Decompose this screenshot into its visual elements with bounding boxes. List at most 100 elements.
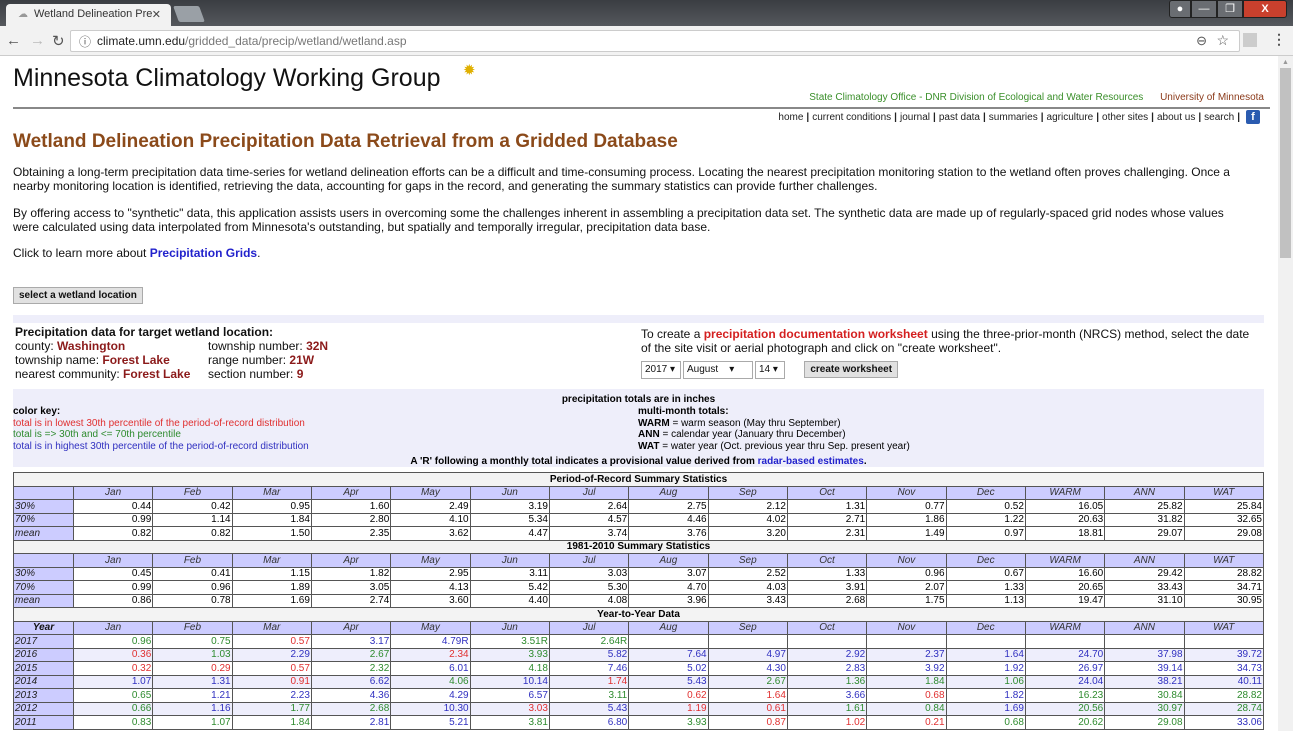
reload-icon[interactable]: ↻ [52, 32, 65, 50]
year-select[interactable]: 2017 ▾ [641, 361, 681, 379]
extension-icon[interactable] [1243, 33, 1257, 47]
create-worksheet-button[interactable]: create worksheet [804, 361, 899, 378]
nav-agriculture[interactable]: agriculture [1047, 112, 1094, 123]
cell-sep: 3.43 [707, 593, 788, 608]
cell-wat: 39.72 [1183, 647, 1265, 662]
radar-note: A 'R' following a monthly total indicate… [410, 456, 867, 467]
nav-summaries[interactable]: summaries [989, 112, 1038, 123]
cell-apr: 2.81 [310, 715, 392, 730]
precipitation-grids-link[interactable]: Precipitation Grids [150, 246, 257, 260]
nav-about-us[interactable]: about us [1157, 112, 1195, 123]
scrollbar-thumb[interactable] [1280, 68, 1291, 258]
column-header-jul: Jul [548, 485, 630, 500]
cell-jul: 5.30 [548, 580, 630, 595]
column-header-row: Year Jan Feb Mar Apr May Jun Jul Aug Sep Oct Nov Dec… [13, 620, 1265, 635]
color-key-panel: precipitation totals are in inches color… [13, 389, 1264, 467]
zoom-out-icon[interactable]: ⊖ [1196, 33, 1207, 49]
cell-jul: 2.64 [548, 499, 630, 514]
row-label-header: Year [13, 620, 74, 635]
cell-sep: 2.52 [707, 566, 788, 581]
minimize-button[interactable]: — [1191, 0, 1217, 18]
cell-apr: 2.32 [310, 661, 392, 676]
radar-estimates-link[interactable]: radar-based estimates [758, 456, 864, 467]
cell-mar: 0.57 [231, 661, 312, 676]
column-header-oct: Oct [786, 553, 868, 568]
nav-home[interactable]: home [778, 112, 803, 123]
cell-warm: 24.04 [1024, 674, 1106, 689]
cell-may: 4.29 [390, 688, 471, 703]
dnr-link[interactable]: State Climatology Office - DNR Division … [809, 92, 1143, 103]
cell-ann: 29.42 [1104, 566, 1185, 581]
column-header-apr: Apr [310, 553, 392, 568]
column-header-nov: Nov [866, 553, 947, 568]
browser-tab[interactable]: ☁ Wetland Delineation Pre ✕ [6, 4, 171, 26]
cell-apr: 2.74 [310, 593, 392, 608]
table-row: 2014 1.07 1.31 0.91 6.62 4.06 10.14 1.74 5.43 2.6… [13, 674, 1265, 689]
umn-link[interactable]: University of Minnesota [1160, 92, 1264, 103]
tab-title: Wetland Delineation Pre [34, 8, 153, 20]
cell-jan: 0.86 [72, 593, 154, 608]
cell-sep: 2.67 [707, 674, 788, 689]
wat-desc: = water year (Oct. previous year thru Se… [659, 440, 910, 452]
nav-past-data[interactable]: past data [939, 112, 980, 123]
nav-search[interactable]: search [1204, 112, 1234, 123]
cell-apr: 2.35 [310, 526, 392, 541]
bookmark-star-icon[interactable]: ☆ [1216, 32, 1229, 49]
cell-aug: 2.75 [628, 499, 709, 514]
nav-other-sites[interactable]: other sites [1102, 112, 1148, 123]
cell-sep: 1.64 [707, 688, 788, 703]
cell-may: 4.79R [390, 634, 471, 649]
info-icon[interactable]: ⓘ [79, 33, 91, 50]
cell-jul: 4.57 [548, 512, 630, 527]
column-header-warm: WARM [1024, 485, 1106, 500]
new-tab-button[interactable] [173, 6, 205, 22]
month-value: August [687, 364, 719, 375]
column-header-aug: Aug [628, 485, 709, 500]
nav-journal[interactable]: journal [900, 112, 930, 123]
cell-wat: 29.08 [1183, 526, 1265, 541]
profile-icon[interactable]: ● [1169, 0, 1191, 18]
select-wetland-location-button[interactable]: select a wetland location [13, 287, 143, 304]
cell-mar: 1.77 [231, 701, 312, 716]
worksheet-link[interactable]: precipitation documentation worksheet [704, 327, 928, 341]
close-window-button[interactable]: X [1243, 0, 1287, 18]
cell-feb: 1.31 [152, 674, 233, 689]
nav-current-conditions[interactable]: current conditions [812, 112, 891, 123]
cell-aug: 3.76 [628, 526, 709, 541]
forward-icon[interactable]: → [30, 32, 45, 49]
cell-dec: 1.69 [945, 701, 1026, 716]
scroll-up-icon[interactable]: ▲ [1278, 59, 1293, 66]
cell-aug: 4.70 [628, 580, 709, 595]
cell-oct: 3.66 [786, 688, 868, 703]
browser-menu-icon[interactable]: ⋮ [1272, 31, 1286, 48]
section-value: 9 [296, 367, 304, 381]
cell-jan: 0.99 [72, 512, 154, 527]
cell-apr: 2.68 [310, 701, 392, 716]
column-header-wat: WAT [1183, 553, 1265, 568]
back-icon[interactable]: ← [6, 32, 21, 49]
warm-desc: = warm season (May thru September) [669, 417, 841, 429]
section-caption-row: Period-of-Record Summary Statistics [13, 472, 1264, 487]
section-caption-row: Year-to-Year Data [13, 607, 1264, 622]
column-header-warm: WARM [1024, 620, 1106, 635]
site-title[interactable]: Minnesota Climatology Working Group [13, 64, 441, 93]
cell-mar: 1.50 [231, 526, 312, 541]
url-input[interactable]: ⓘ climate.umn.edu/gridded_data/precip/we… [70, 30, 1240, 52]
column-header-jul: Jul [548, 553, 630, 568]
cell-oct: 1.33 [786, 566, 868, 581]
cell-may: 4.10 [390, 512, 471, 527]
cell-dec: 0.52 [945, 499, 1026, 514]
close-tab-icon[interactable]: ✕ [152, 8, 161, 21]
cell-jan: 0.66 [72, 701, 154, 716]
scrollbar[interactable]: ▲ [1278, 56, 1293, 731]
cell-warm: 24.70 [1024, 647, 1106, 662]
facebook-icon[interactable]: f [1246, 110, 1260, 124]
sun-icon: ✹ [463, 62, 476, 79]
day-select[interactable]: 14 ▾ [755, 361, 785, 379]
cell-wat [1183, 634, 1265, 649]
month-select[interactable]: August ▾ [683, 361, 753, 379]
column-header-may: May [390, 553, 471, 568]
restore-button[interactable]: ❐ [1217, 0, 1243, 18]
units-note: precipitation totals are in inches [561, 394, 716, 405]
cell-nov: 0.77 [866, 499, 947, 514]
